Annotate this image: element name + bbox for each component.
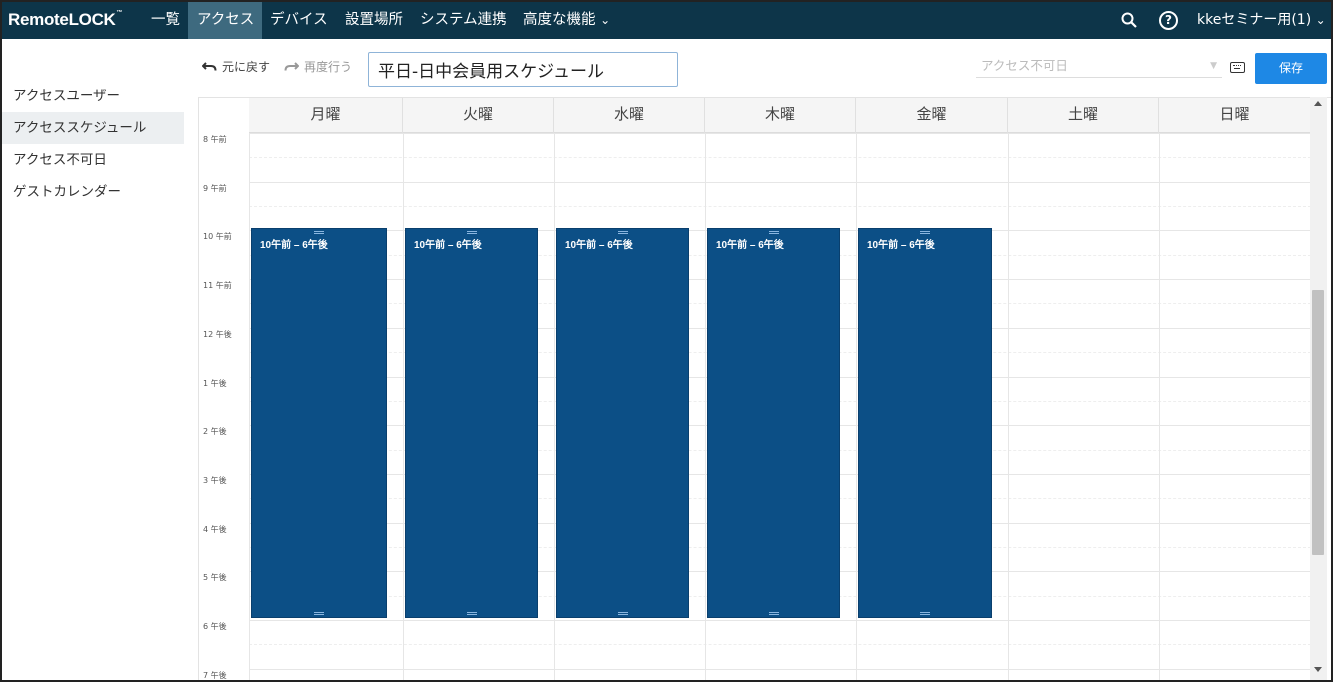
chevron-down-icon: ⌄ [1315,13,1326,27]
schedule-block-mon[interactable]: 10午前 – 6午後 [251,228,387,618]
day-column-divider [403,133,404,680]
logo-tm: ™ [116,10,123,16]
day-column-divider [1159,133,1160,680]
schedule-block-fri[interactable]: 10午前 – 6午後 [858,228,992,618]
keyboard-icon[interactable] [1230,62,1245,73]
schedule-toolbar: 元に戻す 再度行う アクセス不可日 ▼ 保存 [196,46,1331,92]
day-header-row: 月曜 火曜 水曜 木曜 金曜 土曜 日曜 [249,98,1311,133]
search-icon[interactable] [1121,12,1137,28]
weekly-calendar: 月曜 火曜 水曜 木曜 金曜 土曜 日曜 8 午前 9 午前 10 午前 11 午前 12 午後 1 … [198,97,1331,680]
remotelock-logo[interactable]: RemoteLOCK™ [8,10,123,30]
nav-item-devices[interactable]: デバイス [270,2,328,39]
hour-label: 9 午前 [203,184,227,193]
resize-handle-top[interactable] [314,231,324,234]
chevron-down-icon: ⌄ [600,13,611,27]
resize-handle-bottom[interactable] [920,612,930,615]
sidebar-item-access-users[interactable]: アクセスユーザー [2,80,184,112]
redo-label: 再度行う [304,60,353,74]
redo-icon [284,62,299,71]
hour-gridline [249,669,1311,670]
hour-gridline [249,133,1311,134]
hour-label: 8 午前 [203,135,227,144]
day-header-fri: 金曜 [856,98,1008,133]
hour-gridline [249,620,1311,621]
hour-label: 11 午前 [203,281,232,290]
day-column-divider [705,133,706,680]
save-button[interactable]: 保存 [1255,53,1327,84]
calendar-scrollbar[interactable] [1310,97,1327,680]
resize-handle-top[interactable] [466,231,477,234]
schedule-block-time: 10午前 – 6午後 [565,240,633,251]
hour-label: 3 午後 [203,476,227,485]
hour-label: 10 午前 [203,232,232,241]
logo-text-lock: LOCK [68,10,116,29]
hour-gridline [249,182,1311,183]
access-exception-select[interactable]: アクセス不可日 ▼ [976,56,1222,78]
logo-text-remote: Remote [8,10,69,29]
sidebar-item-access-exceptions[interactable]: アクセス不可日 [2,144,184,176]
user-name: kkeセミナー用(1) [1197,12,1312,28]
hour-label: 12 午後 [203,330,232,339]
help-icon[interactable]: ? [1159,11,1178,30]
day-header-thu: 木曜 [705,98,856,133]
half-hour-gridline [249,206,1311,207]
half-hour-gridline [249,644,1311,645]
nav-item-list[interactable]: 一覧 [151,2,180,39]
undo-label: 元に戻す [222,60,271,74]
undo-icon [202,62,217,71]
day-column-divider [249,133,250,680]
scrollbar-thumb[interactable] [1312,290,1324,555]
nav-item-advanced-label: 高度な機能 [523,12,596,28]
hour-label: 6 午後 [203,622,227,631]
schedule-name-input[interactable] [368,52,678,87]
day-header-sat: 土曜 [1008,98,1159,133]
sidebar: アクセスユーザー アクセススケジュール アクセス不可日 ゲストカレンダー [2,39,188,680]
user-menu[interactable]: kkeセミナー用(1) ⌄ [1197,2,1326,39]
sidebar-item-access-schedules[interactable]: アクセススケジュール [2,112,184,144]
day-header-sun: 日曜 [1159,98,1311,133]
resize-handle-top[interactable] [920,231,930,234]
resize-handle-bottom[interactable] [314,612,324,615]
caret-down-icon: ▼ [1210,61,1217,71]
nav-item-integrations[interactable]: システム連携 [420,2,507,39]
scroll-up-icon[interactable] [1314,101,1322,106]
hour-label: 1 午後 [203,379,227,388]
resize-handle-bottom[interactable] [768,612,779,615]
hour-label: 2 午後 [203,427,227,436]
schedule-block-tue[interactable]: 10午前 – 6午後 [405,228,538,618]
schedule-block-time: 10午前 – 6午後 [414,240,482,251]
schedule-block-time: 10午前 – 6午後 [260,240,328,251]
nav-item-locations[interactable]: 設置場所 [345,2,403,39]
resize-handle-bottom[interactable] [617,612,628,615]
schedule-block-thu[interactable]: 10午前 – 6午後 [707,228,840,618]
hour-label: 7 午後 [203,671,227,680]
resize-handle-top[interactable] [617,231,628,234]
schedule-block-wed[interactable]: 10午前 – 6午後 [556,228,689,618]
access-exception-placeholder: アクセス不可日 [981,58,1068,73]
day-column-divider [1008,133,1009,680]
undo-button[interactable]: 元に戻す [202,58,270,75]
resize-handle-bottom[interactable] [466,612,477,615]
app-frame: RemoteLOCK™ 一覧 アクセス デバイス 設置場所 システム連携 高度な… [0,0,1333,682]
sidebar-item-guest-calendar[interactable]: ゲストカレンダー [2,176,184,208]
day-column-divider [554,133,555,680]
nav-item-advanced[interactable]: 高度な機能 ⌄ [523,2,610,39]
day-header-wed: 水曜 [554,98,705,133]
schedule-block-time: 10午前 – 6午後 [867,240,935,251]
hour-label: 5 午後 [203,573,227,582]
scroll-down-icon[interactable] [1314,667,1322,672]
resize-handle-top[interactable] [768,231,779,234]
nav-item-access[interactable]: アクセス [188,2,262,39]
day-header-tue: 火曜 [403,98,554,133]
hour-label: 4 午後 [203,525,227,534]
redo-button[interactable]: 再度行う [284,58,352,75]
day-column-divider [856,133,857,680]
schedule-block-time: 10午前 – 6午後 [716,240,784,251]
half-hour-gridline [249,157,1311,158]
top-nav: RemoteLOCK™ 一覧 アクセス デバイス 設置場所 システム連携 高度な… [2,2,1331,39]
day-header-mon: 月曜 [249,98,403,133]
